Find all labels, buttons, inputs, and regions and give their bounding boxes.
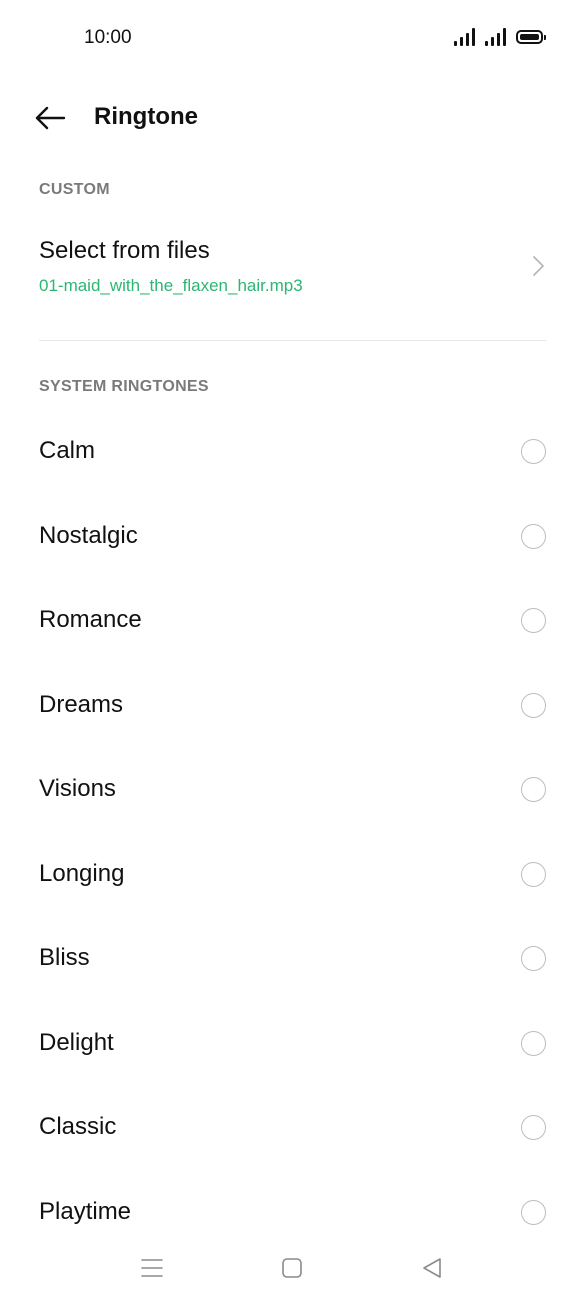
status-bar: 10:00: [0, 0, 585, 76]
arrow-left-icon: [35, 106, 66, 130]
ringtone-item-nostalgic[interactable]: Nostalgic: [0, 495, 585, 580]
radio-button[interactable]: [521, 946, 546, 971]
ringtone-label: Nostalgic: [39, 521, 138, 549]
app-header: Ringtone: [0, 86, 585, 150]
status-icons: [454, 28, 550, 48]
radio-button[interactable]: [521, 1030, 546, 1056]
ringtone-item-classic[interactable]: Classic: [0, 1086, 585, 1171]
ringtone-label: Visions: [39, 775, 116, 802]
ringtone-screen: 10:00 Ringtone CUSTOM Select from files …: [0, 0, 585, 1300]
ringtone-item-longing[interactable]: Longing: [0, 833, 585, 918]
ringtone-item-bliss[interactable]: Bliss: [0, 917, 585, 1002]
status-time: 10:00: [84, 27, 132, 48]
ringtone-item-romance[interactable]: Romance: [0, 579, 585, 664]
select-from-files-label: Select from files: [39, 237, 210, 264]
ringtone-label: Calm: [39, 437, 96, 464]
radio-button[interactable]: [521, 1115, 546, 1140]
ringtone-item-calm[interactable]: Calm: [0, 410, 585, 495]
back-nav-button[interactable]: [412, 1248, 452, 1288]
chevron-right-icon: [533, 256, 544, 276]
back-button[interactable]: [30, 100, 70, 136]
page-title: Ringtone: [94, 103, 198, 130]
select-from-files-row[interactable]: Select from files 01-maid_with_the_flaxe…: [0, 222, 585, 322]
home-button[interactable]: [272, 1248, 312, 1288]
recent-apps-button[interactable]: [132, 1248, 172, 1288]
signal-icon: [485, 28, 509, 46]
section-label-custom: CUSTOM: [39, 181, 110, 198]
ringtone-label: Dreams: [39, 690, 124, 718]
radio-button[interactable]: [521, 777, 546, 802]
ringtone-label: Classic: [39, 1113, 117, 1140]
radio-button[interactable]: [521, 692, 546, 718]
radio-button[interactable]: [521, 608, 546, 633]
battery-icon: [516, 30, 546, 44]
divider: [39, 340, 546, 341]
ringtone-label: Playtime: [39, 1197, 132, 1225]
ringtone-label: Longing: [39, 859, 125, 887]
menu-icon: [141, 1259, 163, 1277]
ringtone-item-dreams[interactable]: Dreams: [0, 664, 585, 749]
radio-button[interactable]: [521, 523, 546, 549]
section-label-system-ringtones: SYSTEM RINGTONES: [39, 378, 209, 395]
radio-button[interactable]: [521, 861, 546, 887]
ringtone-item-visions[interactable]: Visions: [0, 748, 585, 833]
home-icon: [282, 1258, 302, 1278]
radio-button[interactable]: [521, 439, 546, 464]
ringtone-list: Calm Nostalgic Romance Dreams Visions Lo…: [0, 410, 585, 1255]
navigation-bar: [0, 1240, 585, 1300]
ringtone-item-delight[interactable]: Delight: [0, 1002, 585, 1087]
ringtone-label: Bliss: [39, 944, 90, 971]
back-triangle-icon: [423, 1258, 441, 1278]
ringtone-label: Romance: [39, 606, 142, 633]
signal-icon: [454, 28, 478, 46]
radio-button[interactable]: [521, 1199, 546, 1225]
ringtone-label: Delight: [39, 1028, 114, 1056]
selected-file-name: 01-maid_with_the_flaxen_hair.mp3: [39, 276, 303, 295]
